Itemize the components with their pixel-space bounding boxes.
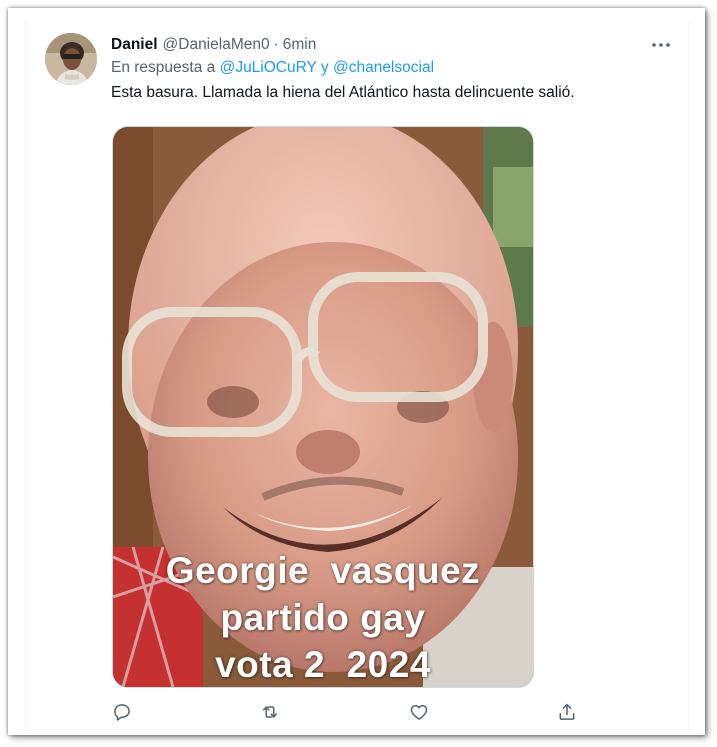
tweet-text: Esta basura. Llamada la hiena del Atlánt… [111, 84, 575, 101]
like-icon [410, 705, 428, 720]
reply-button[interactable] [111, 701, 133, 723]
author-handle[interactable]: @DanielaMen0 [163, 36, 270, 54]
window-frame: Daniel @DanielaMen0 · 6min En respuesta … [8, 8, 705, 735]
more-options-button[interactable] [648, 35, 674, 55]
retweet-button[interactable] [259, 701, 281, 723]
reply-prefix: En respuesta a [111, 59, 216, 76]
mention-conjunction: y [320, 59, 329, 76]
reply-context: En respuesta a @JuLiOCuRY y @chanelsocia… [111, 59, 434, 77]
avatar[interactable] [45, 33, 97, 85]
like-button[interactable] [408, 701, 430, 723]
more-icon [652, 43, 670, 47]
media-caption-line-1: Georgie vasquez [165, 550, 481, 591]
reply-icon [114, 704, 130, 721]
author-name[interactable]: Daniel [111, 36, 158, 54]
media-caption-line-2: partido gay [220, 597, 426, 638]
share-button[interactable] [556, 701, 578, 723]
mention-link-julio[interactable]: @JuLiOCuRY [220, 59, 317, 76]
tweet-timestamp[interactable]: 6min [283, 36, 317, 54]
tweet-card[interactable]: Daniel @DanielaMen0 · 6min En respuesta … [25, 21, 689, 731]
retweet-icon [263, 706, 277, 718]
tweet-actions [111, 701, 591, 723]
share-icon [559, 703, 575, 720]
mention-link-chanel[interactable]: @chanelsocial [333, 59, 434, 76]
media-caption-line-3: vota 2 2024 [215, 644, 431, 685]
separator-dot: · [273, 36, 279, 53]
tweet-header: Daniel @DanielaMen0 · 6min [111, 35, 316, 55]
tweet-media-image[interactable]: Georgie vasquez partido gay vota 2 2024 [112, 126, 534, 688]
avatar-image [45, 33, 97, 85]
